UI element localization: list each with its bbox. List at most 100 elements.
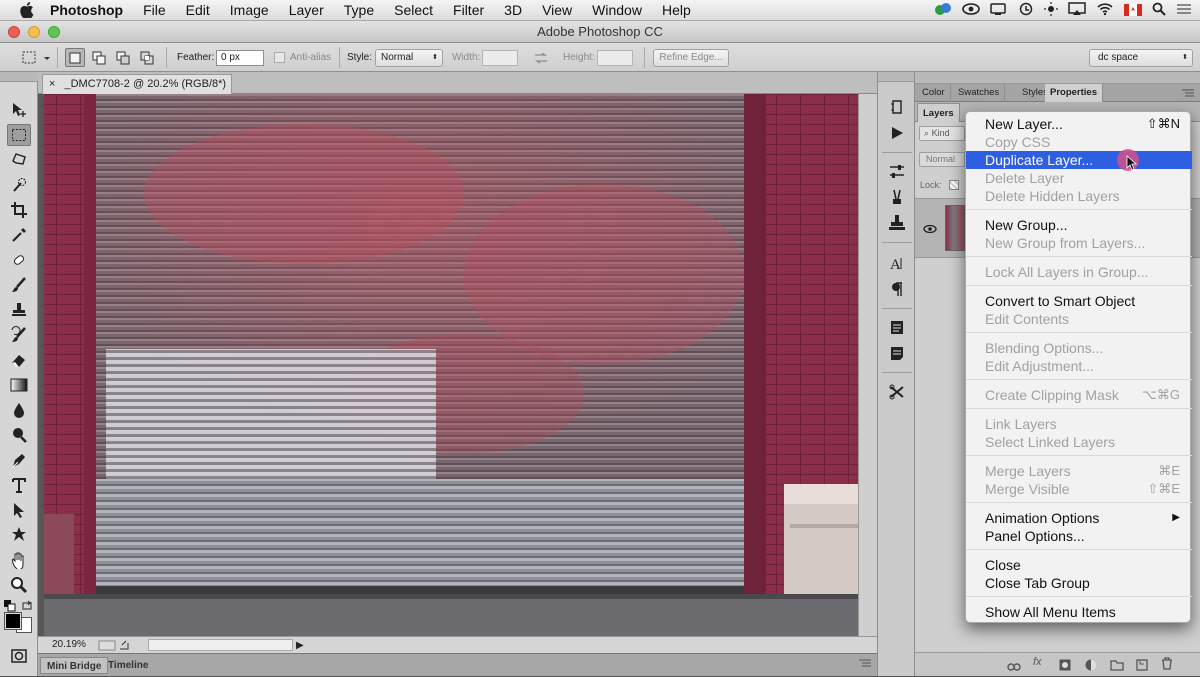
link-layers-icon[interactable] xyxy=(1007,659,1021,677)
wifi-icon[interactable] xyxy=(1096,2,1114,19)
spotlight-search-icon[interactable] xyxy=(1152,2,1166,19)
new-layer-icon[interactable] xyxy=(1136,658,1148,676)
paragraph-icon[interactable] xyxy=(885,278,909,300)
eye-icon[interactable] xyxy=(962,2,980,19)
subtract-from-selection-icon[interactable] xyxy=(113,48,133,67)
menu-item-duplicate-layer[interactable]: Duplicate Layer... xyxy=(966,149,1192,171)
menu-3d[interactable]: 3D xyxy=(494,0,532,21)
clone-stamp-icon[interactable] xyxy=(7,299,31,321)
menu-item-close[interactable]: Close xyxy=(966,556,1192,574)
character-icon[interactable]: A xyxy=(885,252,909,274)
move-icon[interactable] xyxy=(7,99,31,121)
menu-file[interactable]: File xyxy=(133,0,176,21)
close-tab-icon[interactable]: × xyxy=(49,78,55,90)
tab-timeline[interactable]: Timeline xyxy=(102,657,154,674)
default-colors-icon[interactable] xyxy=(4,599,16,612)
add-mask-icon[interactable] xyxy=(1059,658,1071,676)
document-tab[interactable]: × _DMC7708-2 @ 20.2% (RGB/8*) xyxy=(42,74,232,94)
quick-mask-icon[interactable] xyxy=(7,645,31,667)
brush-presets-icon[interactable] xyxy=(885,186,909,208)
eye-visibility-icon[interactable] xyxy=(923,221,937,239)
vertical-scrollbar[interactable] xyxy=(858,94,877,636)
dock-header[interactable] xyxy=(878,72,914,82)
delete-layer-icon[interactable] xyxy=(1161,657,1173,675)
menu-app-name[interactable]: Photoshop xyxy=(46,0,133,21)
adjustment-layer-icon[interactable] xyxy=(1085,658,1097,676)
toolbar-header[interactable] xyxy=(0,72,38,82)
notification-center-icon[interactable] xyxy=(1176,2,1192,19)
airplay-icon[interactable] xyxy=(1068,2,1086,19)
add-to-selection-icon[interactable] xyxy=(89,48,109,67)
menu-item-animation-options[interactable]: Animation Options ▶ xyxy=(966,509,1192,527)
brightness-icon[interactable] xyxy=(1044,2,1058,19)
menu-view[interactable]: View xyxy=(532,0,582,21)
tab-mini-bridge[interactable]: Mini Bridge xyxy=(40,657,109,674)
close-window-button[interactable] xyxy=(8,26,20,38)
dodge-icon[interactable] xyxy=(7,424,31,446)
new-group-icon[interactable] xyxy=(1110,658,1124,676)
feather-input[interactable]: 0 px xyxy=(216,49,264,66)
crop-icon[interactable] xyxy=(7,199,31,221)
type-icon[interactable] xyxy=(7,474,31,496)
flag-icon[interactable] xyxy=(1124,3,1142,19)
menu-item-panel-options[interactable]: Panel Options... xyxy=(966,527,1192,545)
shape-icon[interactable] xyxy=(7,524,31,546)
menu-item-convert-to-smart-object[interactable]: Convert to Smart Object xyxy=(966,292,1192,310)
swap-colors-icon[interactable] xyxy=(21,599,33,611)
path-select-icon[interactable] xyxy=(7,499,31,521)
foreground-color-swatch[interactable] xyxy=(4,612,22,630)
eyedropper-icon[interactable] xyxy=(7,224,31,246)
zoom-window-button[interactable] xyxy=(48,26,60,38)
history-brush-icon[interactable] xyxy=(7,324,31,346)
minimize-window-button[interactable] xyxy=(28,26,40,38)
hand-icon[interactable] xyxy=(7,549,31,571)
sync-icon[interactable] xyxy=(1018,2,1034,19)
panel-menu-icon[interactable] xyxy=(859,658,871,671)
lasso-icon[interactable] xyxy=(7,149,31,171)
menu-filter[interactable]: Filter xyxy=(443,0,494,21)
menu-select[interactable]: Select xyxy=(384,0,443,21)
horizontal-scrollbar[interactable] xyxy=(148,639,293,651)
menu-item-close-tab-group[interactable]: Close Tab Group xyxy=(966,574,1192,592)
clone-source-icon[interactable] xyxy=(885,212,909,234)
layer-filter-kind[interactable]: ⌕ Kind xyxy=(919,126,965,141)
adjustments-icon[interactable] xyxy=(885,160,909,182)
tab-swatches[interactable]: Swatches xyxy=(953,84,1006,102)
intersect-selection-icon[interactable] xyxy=(137,48,157,67)
apple-menu-icon[interactable] xyxy=(18,1,36,19)
gradient-icon[interactable] xyxy=(7,374,31,396)
blend-mode-dropdown[interactable]: Normal xyxy=(919,152,965,167)
blur-icon[interactable] xyxy=(7,399,31,421)
menu-window[interactable]: Window xyxy=(582,0,652,21)
menu-layer[interactable]: Layer xyxy=(279,0,334,21)
tab-properties[interactable]: Properties xyxy=(1045,84,1103,102)
new-selection-icon[interactable] xyxy=(65,48,85,67)
menu-image[interactable]: Image xyxy=(220,0,279,21)
menu-item-show-all-menu-items[interactable]: Show All Menu Items xyxy=(966,603,1192,621)
zoom-level[interactable]: 20.19% xyxy=(52,637,86,653)
panel-menu-icon[interactable] xyxy=(1182,88,1194,101)
tab-layers[interactable]: Layers xyxy=(917,103,960,122)
fx-icon[interactable]: fx xyxy=(1033,656,1042,668)
swap-dimensions-icon[interactable] xyxy=(531,48,551,67)
brush-icon[interactable] xyxy=(7,274,31,296)
creative-cloud-icon[interactable] xyxy=(934,2,952,19)
scroll-right-arrow-icon[interactable]: ▶ xyxy=(296,638,304,654)
menu-help[interactable]: Help xyxy=(652,0,701,21)
marquee-icon[interactable] xyxy=(7,124,31,146)
workspace-dropdown[interactable]: dc space ⬍ xyxy=(1089,48,1193,67)
tab-color[interactable]: Color xyxy=(917,84,951,102)
menu-item-new-group[interactable]: New Group... xyxy=(966,216,1192,234)
history-icon[interactable] xyxy=(885,96,909,118)
height-input[interactable] xyxy=(597,49,633,66)
lock-transparent-icon[interactable] xyxy=(949,180,959,190)
menu-item-new-layer[interactable]: New Layer... ⇧⌘N xyxy=(966,115,1192,133)
tool-preset-picker[interactable] xyxy=(20,43,52,72)
tool-presets-icon[interactable] xyxy=(885,381,909,403)
anti-alias-checkbox[interactable]: Anti-alias xyxy=(274,43,331,72)
actions-icon[interactable] xyxy=(885,122,909,144)
refine-edge-button[interactable]: Refine Edge... xyxy=(653,48,729,67)
zoom-icon[interactable] xyxy=(7,574,31,596)
menu-edit[interactable]: Edit xyxy=(176,0,220,21)
screen-share-icon[interactable] xyxy=(990,2,1008,19)
